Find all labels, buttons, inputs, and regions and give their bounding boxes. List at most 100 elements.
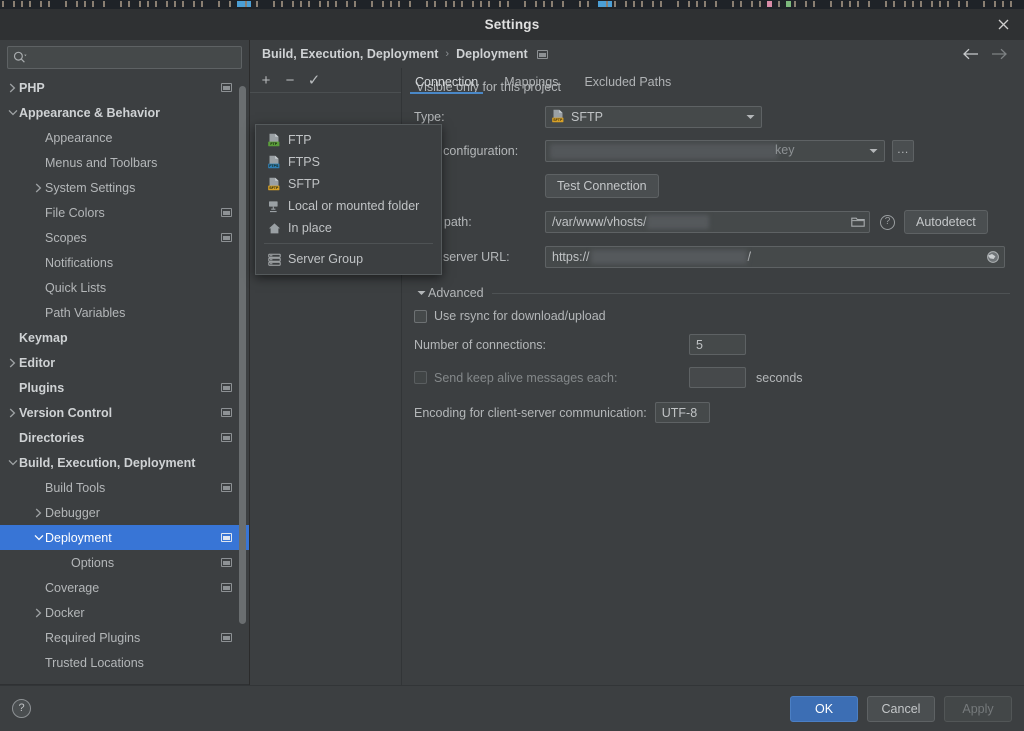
sidebar-item-editor[interactable]: Editor xyxy=(0,350,249,375)
bg-tick xyxy=(652,1,654,7)
globe-icon[interactable] xyxy=(986,250,1000,264)
popup-item-ftps[interactable]: FTPS FTPS xyxy=(256,151,441,173)
help-button[interactable]: ? xyxy=(12,699,31,718)
sidebar-item-file-colors[interactable]: File Colors xyxy=(0,200,249,225)
remove-server-button[interactable]: − xyxy=(278,69,302,91)
sidebar-item-keymap[interactable]: Keymap xyxy=(0,325,249,350)
chevron-right-icon[interactable] xyxy=(6,408,19,418)
bg-tick xyxy=(931,1,933,7)
chevron-right-icon[interactable] xyxy=(32,183,45,193)
rsync-checkbox[interactable] xyxy=(414,309,427,323)
sidebar-item-directories[interactable]: Directories xyxy=(0,425,249,450)
popup-item-local-or-mounted-folder[interactable]: Local or mounted folder xyxy=(256,195,441,217)
sidebar-item-debugger[interactable]: Debugger xyxy=(0,500,249,525)
bg-tick xyxy=(614,1,616,7)
chevron-down-icon[interactable] xyxy=(6,459,19,466)
sidebar-item-label: Quick Lists xyxy=(45,280,107,295)
sidebar-item-scopes[interactable]: Scopes xyxy=(0,225,249,250)
sidebar-item-options[interactable]: Options xyxy=(0,550,249,575)
tab-excluded-paths[interactable]: Excluded Paths xyxy=(571,75,684,94)
sidebar-item-version-control[interactable]: Version Control xyxy=(0,400,249,425)
chevron-right-icon[interactable] xyxy=(32,608,45,618)
ssh-browse-button[interactable]: ... xyxy=(892,140,914,162)
add-server-popup-menu: FTP FTP FTPS FTPS SFTP SFTP Local or mounted f… xyxy=(255,124,442,275)
popup-item-in-place[interactable]: In place xyxy=(256,217,441,239)
popup-item-ftp[interactable]: FTP FTP xyxy=(256,129,441,151)
sidebar-item-appearance[interactable]: Appearance xyxy=(0,125,249,150)
sidebar-item-label: Build, Execution, Deployment xyxy=(19,455,196,470)
bg-tick xyxy=(182,1,184,7)
bg-tick xyxy=(893,1,895,7)
arrow-right-icon[interactable] xyxy=(991,48,1008,60)
search-box[interactable] xyxy=(7,46,242,69)
type-select[interactable]: SFTP SFTP xyxy=(545,106,762,128)
popup-item-server-group[interactable]: Server Group xyxy=(256,248,441,270)
sidebar-item-notifications[interactable]: Notifications xyxy=(0,250,249,275)
web-url-value: https:// xyxy=(552,250,590,264)
arrow-left-icon[interactable] xyxy=(962,48,979,60)
connections-input[interactable]: 5 xyxy=(689,334,746,355)
bg-tick xyxy=(767,1,772,7)
sidebar-item-menus-and-toolbars[interactable]: Menus and Toolbars xyxy=(0,150,249,175)
web-server-url-input[interactable]: https:// / xyxy=(545,246,1005,268)
sidebar-item-trusted-locations[interactable]: Trusted Locations xyxy=(0,650,249,675)
sidebar-item-build-tools[interactable]: Build Tools xyxy=(0,475,249,500)
sidebar-item-required-plugins[interactable]: Required Plugins xyxy=(0,625,249,650)
tab-connection[interactable]: Connection xyxy=(402,75,491,94)
popup-item-sftp[interactable]: SFTP SFTP xyxy=(256,173,441,195)
chevron-right-icon[interactable] xyxy=(6,358,19,368)
bg-tick xyxy=(327,1,329,7)
keepalive-input[interactable] xyxy=(689,367,746,388)
autodetect-button[interactable]: Autodetect xyxy=(904,210,988,234)
chevron-right-icon[interactable] xyxy=(32,508,45,518)
chevron-down-icon[interactable] xyxy=(32,534,45,541)
web-url-tail: / xyxy=(747,250,752,264)
bg-tick xyxy=(472,1,474,7)
bg-tick xyxy=(2,1,4,7)
bg-tick xyxy=(76,1,78,7)
sidebar-item-appearance-behavior[interactable]: Appearance & Behavior xyxy=(0,100,249,125)
add-server-button[interactable]: + xyxy=(254,69,278,91)
ok-button[interactable]: OK xyxy=(790,695,858,722)
keepalive-checkbox-wrapper[interactable]: Send keep alive messages each: xyxy=(414,371,689,385)
bg-tick xyxy=(92,1,94,7)
ftps-icon: FTPS xyxy=(265,155,283,169)
sidebar-item-system-settings[interactable]: System Settings xyxy=(0,175,249,200)
rsync-row[interactable]: Use rsync for download/upload xyxy=(414,309,1010,323)
sidebar-item-php[interactable]: PHP xyxy=(0,75,249,100)
bg-tick xyxy=(84,1,86,7)
keepalive-checkbox[interactable] xyxy=(414,371,427,384)
encoding-select[interactable]: UTF-8 xyxy=(654,402,710,423)
bg-tick xyxy=(281,1,283,7)
sidebar-item-docker[interactable]: Docker xyxy=(0,600,249,625)
ssh-value-tail: key xyxy=(775,143,795,157)
advanced-section-header[interactable]: Advanced xyxy=(414,286,1010,300)
tab-mappings[interactable]: Mappings xyxy=(491,75,571,94)
bg-tick xyxy=(696,1,698,7)
cancel-button[interactable]: Cancel xyxy=(867,695,935,722)
sidebar-scrollbar[interactable] xyxy=(239,86,246,624)
sidebar-item-build-execution-deployment[interactable]: Build, Execution, Deployment xyxy=(0,450,249,475)
bg-tick xyxy=(794,1,796,7)
sidebar-item-path-variables[interactable]: Path Variables xyxy=(0,300,249,325)
sidebar-item-coverage[interactable]: Coverage xyxy=(0,575,249,600)
sidebar-item-plugins[interactable]: Plugins xyxy=(0,375,249,400)
folder-icon[interactable] xyxy=(851,216,865,228)
sidebar-item-quick-lists[interactable]: Quick Lists xyxy=(0,275,249,300)
bg-tick xyxy=(147,1,149,7)
advanced-divider xyxy=(491,292,1010,294)
breadcrumb-root[interactable]: Build, Execution, Deployment xyxy=(262,47,438,61)
test-connection-button[interactable]: Test Connection xyxy=(545,174,659,198)
sidebar-item-deployment[interactable]: Deployment xyxy=(0,525,249,550)
set-default-server-button[interactable]: ✓ xyxy=(302,69,326,91)
chevron-right-icon[interactable] xyxy=(6,83,19,93)
help-circle-icon[interactable]: ? xyxy=(880,214,895,230)
bg-tick xyxy=(346,1,348,7)
search-input[interactable] xyxy=(31,47,236,68)
chevron-down-icon xyxy=(742,114,758,120)
apply-button[interactable]: Apply xyxy=(944,695,1012,722)
chevron-down-icon[interactable] xyxy=(6,109,19,116)
ssh-configuration-select[interactable]: key xyxy=(545,140,885,162)
close-icon[interactable] xyxy=(986,9,1020,40)
root-path-input[interactable]: /var/www/vhosts/ xyxy=(545,211,870,233)
